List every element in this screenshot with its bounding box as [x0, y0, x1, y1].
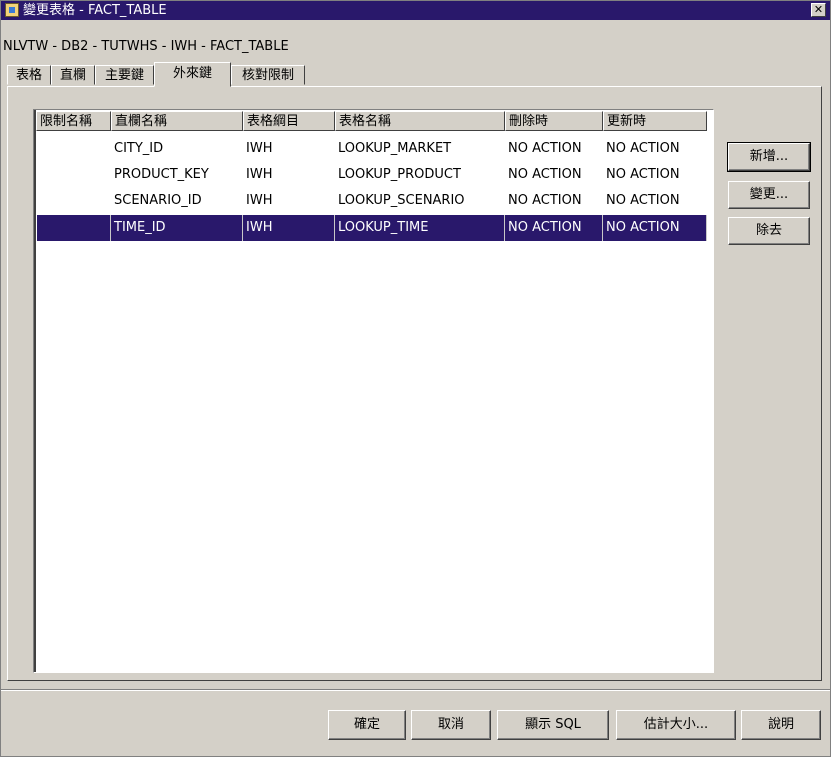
cell-constraint-name — [37, 188, 111, 214]
table-app-icon — [5, 3, 19, 17]
tab-check-constraints[interactable]: 核對限制 — [231, 65, 305, 85]
cell-on-delete: NO ACTION — [505, 215, 603, 241]
cell-on-delete: NO ACTION — [508, 193, 582, 208]
cell-column-name: SCENARIO_ID — [114, 193, 202, 208]
change-button[interactable]: 變更... — [728, 181, 810, 209]
cell-on-update: NO ACTION — [606, 193, 680, 208]
estimate-size-button[interactable]: 估計大小... — [616, 710, 736, 740]
column-header-column-name[interactable]: 直欄名稱 — [111, 111, 243, 131]
table-row[interactable]: SCENARIO_ID IWH LOOKUP_SCENARIO NO ACTIO… — [37, 188, 710, 214]
tab-foreign-keys[interactable]: 外來鍵 — [154, 62, 231, 87]
tab-primary-key[interactable]: 主要鍵 — [95, 65, 154, 85]
cell-table-schema: IWH — [246, 141, 273, 156]
cell-column-name: PRODUCT_KEY — [114, 167, 209, 182]
object-path: NLVTW - DB2 - TUTWHS - IWH - FACT_TABLE — [3, 39, 289, 54]
cell-table-schema: IWH — [246, 193, 273, 208]
cell-table-name: LOOKUP_TIME — [335, 215, 505, 241]
column-header-constraint-name[interactable]: 限制名稱 — [36, 111, 111, 131]
cell-constraint-name — [37, 215, 111, 241]
footer-separator — [1, 689, 830, 691]
table-row-selected[interactable]: TIME_ID IWH LOOKUP_TIME NO ACTION NO ACT… — [37, 215, 710, 241]
tab-columns[interactable]: 直欄 — [51, 65, 95, 85]
cell-table-schema: IWH — [246, 167, 273, 182]
foreign-keys-table: 限制名稱 直欄名稱 表格綱目 表格名稱 刪除時 更新時 CITY_ID IWH … — [33, 109, 714, 673]
table-row[interactable]: CITY_ID IWH LOOKUP_MARKET NO ACTION NO A… — [37, 136, 710, 162]
cell-table-name: LOOKUP_SCENARIO — [338, 193, 465, 208]
remove-button[interactable]: 除去 — [728, 217, 810, 245]
ok-button[interactable]: 確定 — [328, 710, 406, 740]
cell-on-delete: NO ACTION — [508, 167, 582, 182]
column-header-table-schema[interactable]: 表格綱目 — [243, 111, 335, 131]
help-button[interactable]: 說明 — [741, 710, 821, 740]
cell-on-update: NO ACTION — [606, 141, 680, 156]
close-button[interactable]: ✕ — [811, 3, 826, 17]
cell-on-delete: NO ACTION — [508, 141, 582, 156]
cell-table-name: LOOKUP_MARKET — [338, 141, 452, 156]
column-header-table-name[interactable]: 表格名稱 — [335, 111, 505, 131]
cell-constraint-name — [37, 136, 111, 162]
cell-column-name: TIME_ID — [111, 215, 243, 241]
cancel-button[interactable]: 取消 — [411, 710, 491, 740]
show-sql-button[interactable]: 顯示 SQL — [497, 710, 609, 740]
tab-table[interactable]: 表格 — [7, 65, 51, 85]
cell-table-schema: IWH — [243, 215, 335, 241]
add-button[interactable]: 新增... — [727, 142, 811, 172]
column-header-on-update[interactable]: 更新時 — [603, 111, 707, 131]
cell-column-name: CITY_ID — [114, 141, 164, 156]
cell-on-update: NO ACTION — [606, 167, 680, 182]
table-inner-border — [34, 110, 36, 672]
column-header-on-delete[interactable]: 刪除時 — [505, 111, 603, 131]
window-title: 變更表格 - FACT_TABLE — [23, 3, 167, 18]
cell-table-name: LOOKUP_PRODUCT — [338, 167, 461, 182]
cell-on-update: NO ACTION — [603, 215, 707, 241]
title-bar[interactable]: 變更表格 - FACT_TABLE ✕ — [1, 1, 830, 20]
cell-constraint-name — [37, 162, 111, 188]
table-row[interactable]: PRODUCT_KEY IWH LOOKUP_PRODUCT NO ACTION… — [37, 162, 710, 188]
dialog-window: 變更表格 - FACT_TABLE ✕ NLVTW - DB2 - TUTWHS… — [0, 0, 831, 757]
